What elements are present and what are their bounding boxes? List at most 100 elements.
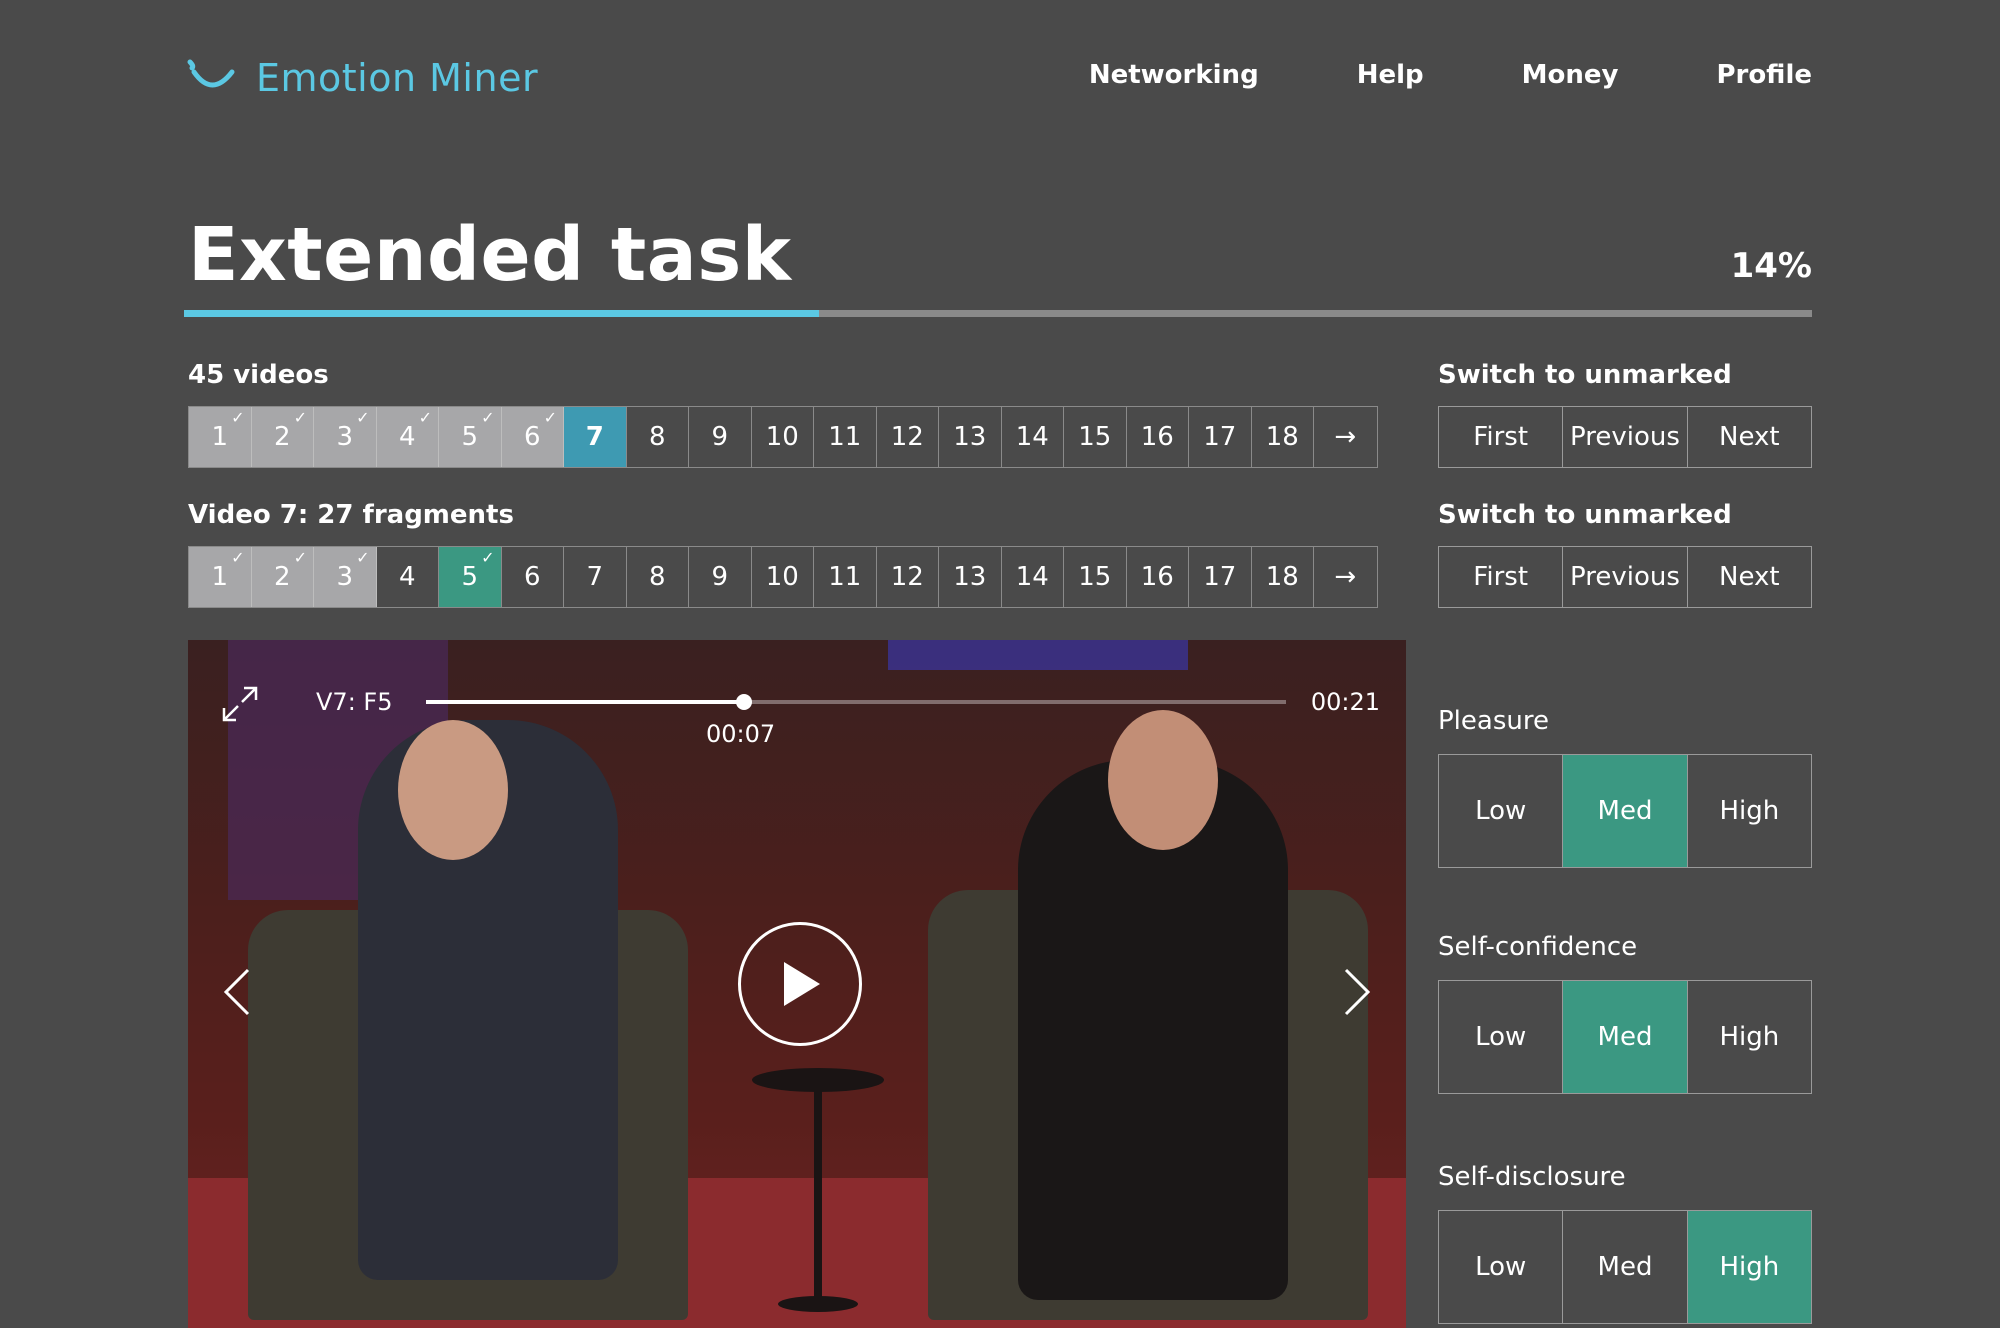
fragment-page-label: 16 [1140,562,1174,592]
fragment-page-13[interactable]: 13 [939,547,1002,607]
video-page-18[interactable]: 18 [1252,407,1314,467]
video-page-13[interactable]: 13 [939,407,1002,467]
fragment-page-label: 3 [336,562,354,592]
playback-scrubber-fill [426,700,745,704]
page-title: Extended task [188,212,792,298]
chevron-left-icon[interactable] [216,962,256,1022]
rating-label-self-disclosure: Self-disclosure [1438,1162,1626,1192]
videos-count-label: 45 videos [188,360,329,390]
video-page-9[interactable]: 9 [689,407,752,467]
video-page-17[interactable]: 17 [1189,407,1252,467]
video-page-4[interactable]: 4 ✓ [376,407,439,467]
video-player[interactable]: V7: F5 00:07 00:21 [188,640,1406,1328]
check-icon: ✓ [481,408,495,427]
fragment-page-16[interactable]: 16 [1127,547,1189,607]
rating-option-high[interactable]: High [1687,1211,1811,1323]
video-page-label: 18 [1265,422,1299,452]
play-icon [784,962,820,1006]
videos-first-unmarked-button[interactable]: First [1439,407,1564,467]
rating-option-low[interactable]: Low [1439,755,1564,867]
expand-icon[interactable] [220,684,260,724]
fragment-page-7[interactable]: 7 [564,547,627,607]
rating-group-pleasure: Low Med High [1438,754,1812,868]
fragment-page-10[interactable]: 10 [752,547,814,607]
rating-option-med[interactable]: Med [1563,981,1688,1093]
video-next-page-button[interactable]: → [1314,407,1377,467]
fragment-page-8[interactable]: 8 [627,547,689,607]
playback-scrubber[interactable] [426,694,1286,710]
playback-scrubber-handle[interactable] [736,694,753,710]
fragment-next-page-button[interactable]: → [1314,547,1377,607]
fragments-switch-label: Switch to unmarked [1438,500,1732,530]
video-page-label: 1 [211,422,229,452]
check-icon: ✓ [543,408,557,427]
brand-logo[interactable]: Emotion Miner [186,56,538,100]
fragment-page-1[interactable]: 1 ✓ [189,547,252,607]
task-progress-bar [184,310,1812,317]
videos-previous-unmarked-button[interactable]: Previous [1563,407,1688,467]
fragment-page-2[interactable]: 2 ✓ [251,547,314,607]
videos-switch-group: First Previous Next [1438,406,1812,468]
fragment-page-label: 2 [273,562,291,592]
rating-option-med[interactable]: Med [1563,1211,1688,1323]
fragment-page-15[interactable]: 15 [1064,547,1127,607]
rating-option-low[interactable]: Low [1439,1211,1564,1323]
video-page-label: 14 [1015,422,1049,452]
fragment-page-label: 12 [890,562,924,592]
rating-group-self-confidence: Low Med High [1438,980,1812,1094]
fragment-page-18[interactable]: 18 [1252,547,1314,607]
rating-option-high[interactable]: High [1688,755,1811,867]
check-icon: ✓ [356,548,370,567]
video-page-14[interactable]: 14 [1002,407,1064,467]
chevron-right-icon[interactable] [1338,962,1378,1022]
check-icon: ✓ [481,548,495,567]
nav-profile[interactable]: Profile [1716,60,1812,90]
video-page-12[interactable]: 12 [877,407,939,467]
videos-next-unmarked-button[interactable]: Next [1688,407,1811,467]
fragment-page-3[interactable]: 3 ✓ [314,547,377,607]
check-icon: ✓ [418,408,432,427]
fragment-page-17[interactable]: 17 [1189,547,1252,607]
videos-switch-label: Switch to unmarked [1438,360,1732,390]
video-page-5[interactable]: 5 ✓ [439,407,502,467]
fragment-page-11[interactable]: 11 [814,547,877,607]
video-page-3[interactable]: 3 ✓ [314,407,377,467]
brand-name: Emotion Miner [256,56,539,100]
nav-help[interactable]: Help [1357,60,1424,90]
video-page-10[interactable]: 10 [752,407,814,467]
video-page-7[interactable]: 7 [564,407,627,467]
check-icon: ✓ [356,408,370,427]
fragment-page-6[interactable]: 6 [502,547,564,607]
fragments-previous-unmarked-button[interactable]: Previous [1563,547,1688,607]
video-page-16[interactable]: 16 [1127,407,1189,467]
play-button[interactable] [738,922,862,1046]
videos-pager: 1 ✓ 2 ✓ 3 ✓ 4 ✓ 5 ✓ 6 ✓ 7 8 9 10 11 12 13 14 15 16 17 18 → [188,406,1378,468]
fragment-page-12[interactable]: 12 [877,547,939,607]
video-page-11[interactable]: 11 [814,407,877,467]
video-page-label: 4 [398,422,416,452]
video-page-15[interactable]: 15 [1064,407,1127,467]
fragments-pager: 1 ✓ 2 ✓ 3 ✓ 4 5 ✓ 6 7 8 9 10 11 12 13 14 15 16 17 18 → [188,546,1378,608]
video-page-6[interactable]: 6 ✓ [501,407,564,467]
fragments-next-unmarked-button[interactable]: Next [1688,547,1811,607]
check-icon: ✓ [231,408,245,427]
video-page-2[interactable]: 2 ✓ [251,407,314,467]
nav-money[interactable]: Money [1522,60,1619,90]
video-page-1[interactable]: 1 ✓ [189,407,252,467]
video-page-label: 15 [1078,422,1112,452]
video-page-8[interactable]: 8 [627,407,689,467]
fragment-page-4[interactable]: 4 [377,547,439,607]
main-nav: Networking Help Money Profile [991,60,1812,90]
fragment-page-5[interactable]: 5 ✓ [439,547,502,607]
fragments-first-unmarked-button[interactable]: First [1439,547,1564,607]
fragment-page-9[interactable]: 9 [689,547,752,607]
rating-option-high[interactable]: High [1688,981,1811,1093]
rating-option-low[interactable]: Low [1439,981,1564,1093]
fragment-page-14[interactable]: 14 [1002,547,1064,607]
check-icon: ✓ [293,548,307,567]
fragment-page-label: 9 [711,562,729,592]
rating-option-med[interactable]: Med [1563,755,1688,867]
arrow-right-icon: → [1334,562,1357,592]
fragment-page-label: 11 [828,562,862,592]
nav-networking[interactable]: Networking [1089,60,1259,90]
